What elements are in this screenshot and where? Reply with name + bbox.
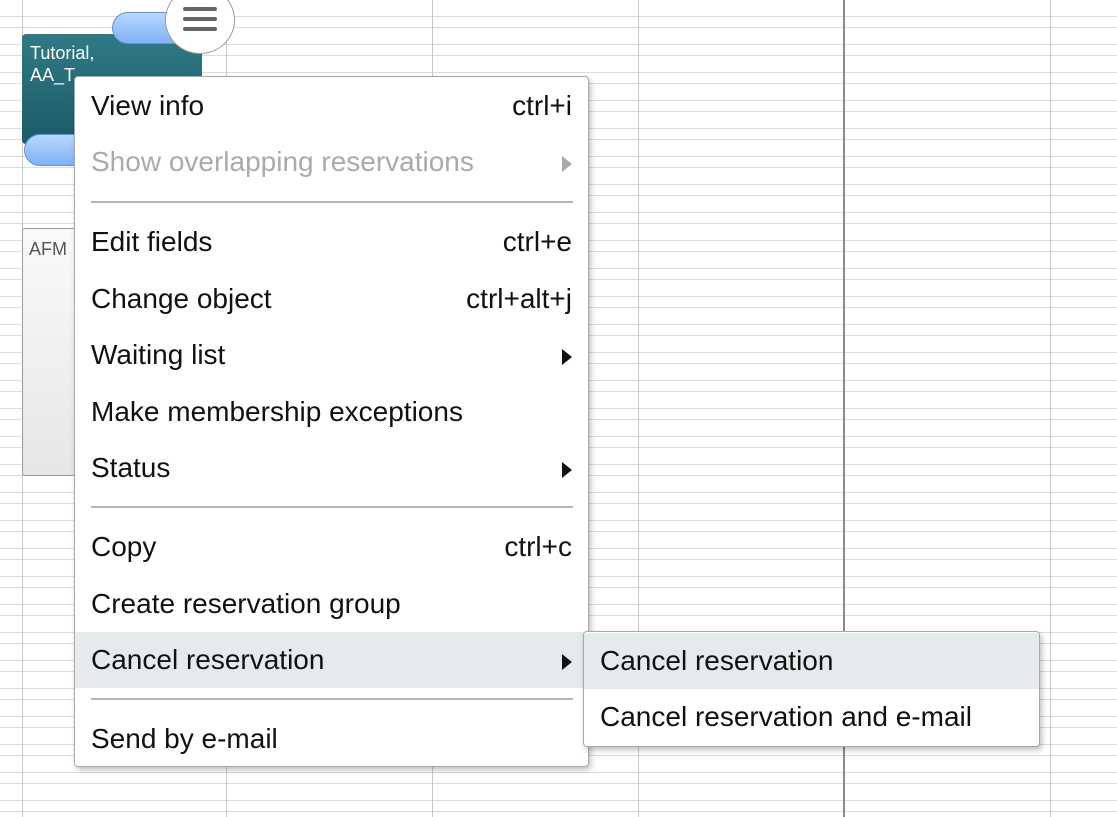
menu-separator bbox=[91, 698, 573, 700]
menu-item-shortcut: ctrl+c bbox=[504, 531, 572, 562]
menu-item-edit-fields[interactable]: Edit fields ctrl+e bbox=[75, 214, 588, 270]
cancel-reservation-submenu: Cancel reservation Cancel reservation an… bbox=[583, 631, 1040, 747]
menu-item-label: Edit fields bbox=[91, 226, 213, 257]
submenu-item-cancel-reservation-and-email[interactable]: Cancel reservation and e-mail bbox=[584, 689, 1039, 745]
menu-item-label: Waiting list bbox=[91, 339, 226, 370]
menu-item-make-membership-exceptions[interactable]: Make membership exceptions bbox=[75, 384, 588, 440]
menu-separator bbox=[91, 201, 573, 203]
menu-item-label: Status bbox=[91, 452, 171, 483]
menu-separator bbox=[91, 506, 573, 508]
menu-item-label: Cancel reservation bbox=[91, 644, 325, 675]
menu-item-label: View info bbox=[91, 90, 205, 121]
menu-item-view-info[interactable]: View info ctrl+i bbox=[75, 78, 588, 134]
menu-item-send-by-email[interactable]: Send by e-mail bbox=[75, 711, 588, 767]
menu-item-label: Make membership exceptions bbox=[91, 396, 463, 427]
menu-item-label: Change object bbox=[91, 283, 272, 314]
menu-item-label: Show overlapping reservations bbox=[91, 146, 474, 177]
triangle-right-icon bbox=[562, 349, 572, 365]
menu-item-label: Create reservation group bbox=[91, 588, 401, 619]
reservation-title: AFM bbox=[29, 239, 67, 259]
menu-item-show-overlapping-reservations[interactable]: Show overlapping reservations bbox=[75, 134, 588, 190]
menu-item-copy[interactable]: Copy ctrl+c bbox=[75, 519, 588, 575]
grid-column-line bbox=[1050, 0, 1051, 817]
submenu-item-cancel-reservation[interactable]: Cancel reservation bbox=[584, 633, 1039, 689]
menu-item-shortcut: ctrl+e bbox=[502, 226, 572, 257]
triangle-right-icon bbox=[562, 462, 572, 478]
triangle-right-icon bbox=[562, 654, 572, 670]
menu-item-status[interactable]: Status bbox=[75, 440, 588, 496]
menu-item-create-reservation-group[interactable]: Create reservation group bbox=[75, 576, 588, 632]
menu-item-waiting-list[interactable]: Waiting list bbox=[75, 327, 588, 383]
menu-item-label: Cancel reservation and e-mail bbox=[600, 701, 972, 732]
menu-item-label: Copy bbox=[91, 531, 157, 562]
context-menu: View info ctrl+i Show overlapping reserv… bbox=[74, 76, 589, 767]
menu-item-label: Send by e-mail bbox=[91, 723, 278, 754]
menu-item-cancel-reservation[interactable]: Cancel reservation bbox=[75, 632, 588, 688]
menu-item-label: Cancel reservation bbox=[600, 645, 834, 676]
reservation-title: Tutorial, bbox=[30, 43, 95, 63]
triangle-right-icon bbox=[562, 156, 572, 172]
menu-item-shortcut: ctrl+alt+j bbox=[466, 283, 572, 314]
menu-item-change-object[interactable]: Change object ctrl+alt+j bbox=[75, 271, 588, 327]
menu-item-shortcut: ctrl+i bbox=[512, 90, 572, 121]
